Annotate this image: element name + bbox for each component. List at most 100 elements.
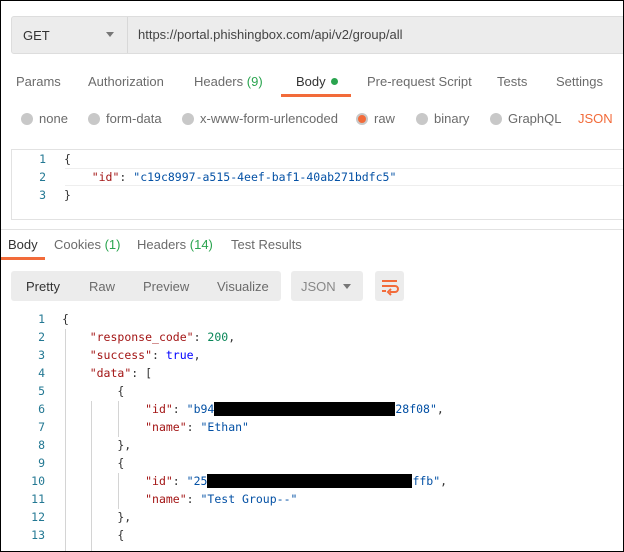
code-line: { bbox=[62, 456, 124, 470]
radio-binary[interactable]: binary bbox=[416, 111, 469, 126]
radio-icon bbox=[88, 112, 100, 125]
radio-urlencoded[interactable]: x-www-form-urlencoded bbox=[182, 111, 338, 126]
radio-label: raw bbox=[374, 111, 395, 126]
code-line: { bbox=[62, 528, 124, 542]
method-select[interactable]: GET bbox=[12, 17, 128, 53]
radio-icon bbox=[21, 112, 33, 125]
code-token: , bbox=[436, 402, 444, 416]
code-token: "Test Group--" bbox=[200, 492, 298, 506]
response-format-select[interactable]: JSON bbox=[291, 271, 363, 301]
url-bar: GET https://portal.phishingbox.com/api/v… bbox=[11, 16, 624, 54]
radio-icon bbox=[182, 112, 194, 125]
url-input[interactable]: https://portal.phishingbox.com/api/v2/gr… bbox=[138, 27, 403, 42]
view-raw-button[interactable]: Raw bbox=[89, 279, 115, 294]
code-token: "b94 bbox=[186, 402, 215, 416]
code-line: "name": "Test Group--" bbox=[62, 492, 297, 506]
code-line: "id": "c19c8997-a515-4eef-baf1-40ab271bd… bbox=[64, 170, 397, 184]
code-line: "data": [ bbox=[62, 366, 152, 380]
tab-headers-label: Headers bbox=[194, 74, 244, 89]
line-number: 8 bbox=[38, 438, 45, 452]
redaction-box bbox=[207, 474, 413, 488]
code-token: : bbox=[186, 492, 201, 506]
code-token: "c19c8997-a515-4eef-baf1-40ab271bdfc5" bbox=[133, 170, 397, 184]
response-tab-body[interactable]: Body bbox=[8, 237, 38, 252]
code-line: } bbox=[64, 188, 71, 202]
body-indicator-dot bbox=[330, 78, 338, 85]
tab-authorization[interactable]: Authorization bbox=[88, 74, 164, 89]
radio-label: none bbox=[39, 111, 68, 126]
tab-params[interactable]: Params bbox=[16, 74, 61, 89]
tab-body[interactable]: Body bbox=[296, 74, 338, 89]
code-token: : bbox=[172, 474, 187, 488]
radio-label: x-www-form-urlencoded bbox=[200, 111, 338, 126]
method-label: GET bbox=[23, 27, 50, 43]
radio-icon bbox=[490, 112, 502, 125]
code-token: : bbox=[172, 402, 187, 416]
line-number: 9 bbox=[38, 456, 45, 470]
format-label: JSON bbox=[301, 279, 336, 294]
view-mode-group: Pretty Raw Preview Visualize bbox=[11, 271, 281, 301]
headers-count: (9) bbox=[246, 74, 263, 89]
line-number: 3 bbox=[39, 188, 46, 202]
code-line: "response_code": 200, bbox=[62, 330, 235, 344]
line-number: 7 bbox=[38, 420, 45, 434]
code-token: "success" bbox=[89, 348, 153, 362]
code-token: "id" bbox=[145, 474, 173, 488]
tab-tests[interactable]: Tests bbox=[497, 74, 527, 89]
code-token: 28f08" bbox=[395, 402, 437, 416]
redaction-box bbox=[214, 402, 396, 416]
code-line: }, bbox=[62, 510, 131, 524]
response-tab-headers[interactable]: Headers (14) bbox=[137, 237, 213, 252]
radio-label: GraphQL bbox=[508, 111, 562, 126]
line-number: 6 bbox=[38, 402, 45, 416]
line-number: 2 bbox=[38, 330, 45, 344]
radio-graphql[interactable]: GraphQL bbox=[490, 111, 561, 126]
tab-prerequest-script[interactable]: Pre-request Script bbox=[367, 74, 472, 89]
response-tab-test-results[interactable]: Test Results bbox=[231, 237, 302, 252]
line-number: 3 bbox=[38, 348, 45, 362]
code-token: : bbox=[119, 170, 134, 184]
code-token: "response_code" bbox=[89, 330, 194, 344]
radio-form-data[interactable]: form-data bbox=[88, 111, 162, 126]
view-pretty-button[interactable]: Pretty bbox=[26, 279, 60, 294]
code-token: "name" bbox=[145, 420, 187, 434]
tab-settings[interactable]: Settings bbox=[556, 74, 603, 89]
request-body-editor[interactable]: 1 {2 "id": "c19c8997-a515-4eef-baf1-40ab2… bbox=[11, 149, 624, 220]
wrap-lines-button[interactable] bbox=[375, 271, 404, 301]
code-token: , bbox=[440, 474, 448, 488]
line-number: 5 bbox=[38, 384, 45, 398]
code-token: "Ethan" bbox=[200, 420, 249, 434]
code-token: : bbox=[152, 348, 166, 362]
line-number: 1 bbox=[38, 312, 45, 326]
tab-label: Headers bbox=[137, 237, 187, 252]
view-visualize-button[interactable]: Visualize bbox=[217, 279, 269, 294]
tab-body-label: Body bbox=[296, 74, 326, 89]
code-line: { bbox=[62, 312, 69, 326]
line-number: 13 bbox=[31, 528, 45, 542]
tab-headers[interactable]: Headers (9) bbox=[194, 74, 263, 89]
code-line: { bbox=[62, 384, 124, 398]
response-tab-cookies[interactable]: Cookies (1) bbox=[54, 237, 120, 252]
code-token: 200 bbox=[207, 330, 229, 344]
code-token: : bbox=[186, 420, 201, 434]
radio-none[interactable]: none bbox=[21, 111, 68, 126]
line-number: 10 bbox=[31, 474, 45, 488]
body-format-select[interactable]: JSON bbox=[578, 111, 613, 126]
code-line: "id": "b94 28f08", bbox=[62, 402, 444, 416]
response-body-viewer[interactable]: 1 {2 "response_code": 200, 3 "success": tr… bbox=[0, 311, 624, 552]
chevron-down-icon bbox=[343, 284, 351, 289]
headers-count: (14) bbox=[189, 237, 213, 252]
code-token: "id" bbox=[91, 170, 120, 184]
divider bbox=[0, 229, 624, 230]
radio-selected-icon bbox=[356, 112, 368, 125]
line-number: 2 bbox=[39, 170, 46, 184]
radio-raw[interactable]: raw bbox=[356, 111, 395, 126]
code-token: , bbox=[228, 330, 236, 344]
tab-label: Cookies bbox=[54, 237, 101, 252]
view-preview-button[interactable]: Preview bbox=[143, 279, 189, 294]
code-token: "25 bbox=[186, 474, 208, 488]
